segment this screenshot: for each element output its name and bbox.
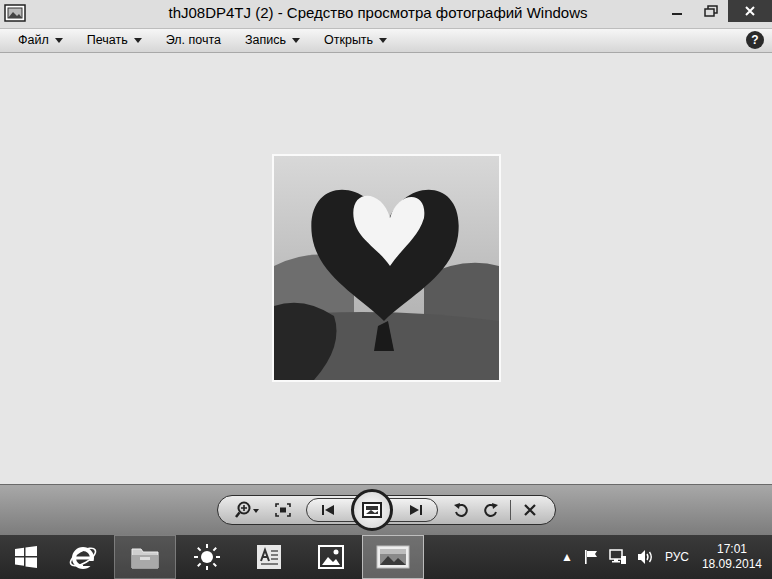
- taskbar-app[interactable]: [176, 535, 238, 579]
- zoom-button[interactable]: [228, 498, 268, 522]
- fit-button[interactable]: [268, 498, 298, 522]
- restore-icon: [704, 5, 718, 17]
- taskbar-app[interactable]: [300, 535, 362, 579]
- photo: [272, 154, 501, 382]
- window-title: thJ08DP4TJ (2) - Средство просмотра фото…: [26, 0, 660, 22]
- control-pill: [217, 495, 556, 525]
- minimize-button[interactable]: [660, 0, 694, 22]
- menu-label: Эл. почта: [166, 31, 221, 50]
- previous-button[interactable]: [313, 498, 343, 522]
- volume-control[interactable]: [632, 549, 660, 565]
- start-button[interactable]: [0, 535, 52, 579]
- system-tray: ▲ РУС 17:01 18.09.2014: [556, 542, 772, 572]
- fit-icon: [275, 503, 291, 517]
- window-controls: [660, 0, 772, 22]
- clock-date: 18.09.2014: [702, 557, 762, 572]
- menu-item[interactable]: Открыть: [318, 29, 393, 52]
- next-button[interactable]: [401, 498, 431, 522]
- flag-icon: [583, 549, 599, 565]
- clock-time: 17:01: [702, 542, 762, 557]
- action-center-flag[interactable]: [578, 549, 604, 565]
- navigation-group: [306, 498, 438, 522]
- image-stage: [0, 53, 772, 484]
- menu-label: Запись: [245, 31, 286, 50]
- menu-bar: Файл Печать Эл. почта Запись Открыть ?: [0, 29, 772, 53]
- taskbar-app[interactable]: [362, 535, 424, 579]
- taskbar-app[interactable]: [114, 535, 176, 579]
- slideshow-button[interactable]: [351, 489, 393, 531]
- clock[interactable]: 17:01 18.09.2014: [694, 542, 762, 572]
- dropdown-arrow-icon: [292, 38, 300, 43]
- menu-item[interactable]: Запись: [239, 29, 306, 52]
- windows-logo-icon: [14, 545, 38, 569]
- taskbar-app[interactable]: [238, 535, 300, 579]
- control-bar: [0, 484, 772, 535]
- tray-overflow-button[interactable]: ▲: [556, 548, 578, 566]
- rotate-right-icon: [483, 502, 499, 518]
- minimize-icon: [671, 6, 683, 16]
- menu-item[interactable]: Печать: [81, 29, 148, 52]
- delete-button[interactable]: [515, 498, 545, 522]
- menu-item[interactable]: Файл: [12, 29, 69, 52]
- folder-icon: [130, 544, 160, 570]
- close-icon: [744, 5, 756, 17]
- previous-icon: [321, 504, 335, 516]
- taskbar: ▲ РУС 17:01 18.09.2014: [0, 535, 772, 579]
- next-icon: [409, 504, 423, 516]
- speaker-icon: [637, 549, 655, 565]
- menu-label: Файл: [18, 31, 49, 50]
- restore-button[interactable]: [694, 0, 728, 22]
- photo-viewer-icon: [376, 544, 410, 570]
- menu-items: Файл Печать Эл. почта Запись Открыть: [12, 29, 746, 52]
- taskbar-apps: [52, 535, 424, 579]
- zoom-icon: [235, 501, 261, 519]
- rotate-right-button[interactable]: [476, 498, 506, 522]
- menu-label: Открыть: [324, 31, 373, 50]
- photos-icon: [317, 543, 345, 571]
- title-bar: thJ08DP4TJ (2) - Средство просмотра фото…: [0, 0, 772, 29]
- delete-icon: [523, 503, 537, 517]
- internet-explorer-icon: [68, 542, 98, 572]
- menu-item[interactable]: Эл. почта: [160, 29, 227, 52]
- help-button[interactable]: ?: [746, 31, 764, 49]
- dropdown-arrow-icon: [379, 38, 387, 43]
- dropdown-arrow-icon: [134, 38, 142, 43]
- rotate-left-icon: [453, 502, 469, 518]
- reader-icon: [255, 543, 283, 571]
- app-icon[interactable]: [0, 0, 26, 22]
- separator: [510, 500, 511, 520]
- rotate-left-button[interactable]: [446, 498, 476, 522]
- taskbar-app[interactable]: [52, 535, 114, 579]
- input-language[interactable]: РУС: [660, 548, 694, 566]
- photo-viewer-window: thJ08DP4TJ (2) - Средство просмотра фото…: [0, 0, 772, 579]
- network-status[interactable]: [604, 549, 632, 565]
- network-icon: [609, 549, 627, 565]
- dropdown-arrow-icon: [55, 38, 63, 43]
- menu-label: Печать: [87, 31, 128, 50]
- weather-sun-icon: [193, 543, 221, 571]
- slideshow-icon: [362, 502, 382, 518]
- close-button[interactable]: [728, 0, 772, 22]
